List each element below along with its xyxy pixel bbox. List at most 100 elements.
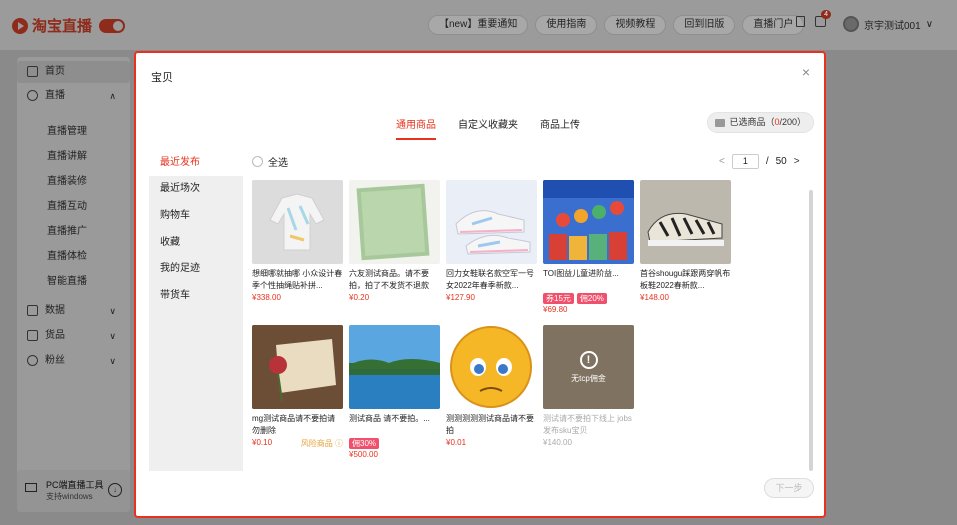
sidebar-sub-live-manage[interactable]: 直播管理 <box>47 122 87 137</box>
chevron-left-icon[interactable]: < <box>719 156 725 167</box>
bell-icon[interactable]: 4 <box>815 10 831 27</box>
sidebar-sub-live-explain[interactable]: 直播讲解 <box>47 147 87 162</box>
warning-icon: ! <box>579 350 598 369</box>
product-image <box>446 180 537 264</box>
product-card[interactable]: mg测试商品请不要拍请勿删除 ¥0.10 风险商品 ⓘ <box>252 325 343 449</box>
product-name: TOI图益儿童进阶益... <box>543 269 619 278</box>
product-image <box>349 180 440 264</box>
pagination: < 1 / 50 > <box>719 154 800 169</box>
product-price: ¥69.80 <box>543 305 568 314</box>
coupon-tag: 券15元 <box>543 293 574 304</box>
product-image <box>446 325 537 409</box>
topnav-notice-button[interactable]: 【new】重要通知 <box>428 15 529 35</box>
sidebar-sub-live-promote[interactable]: 直播推广 <box>47 222 87 237</box>
product-image <box>252 325 343 409</box>
no-commission-overlay: ! 无tcp佣金 <box>543 325 634 409</box>
product-image <box>349 325 440 409</box>
product-card-disabled: ! 无tcp佣金 测试请不要拍下线上 jobs发布sku宝贝 ¥140.00 <box>543 325 634 447</box>
selected-label: 已选商品（0/200） <box>729 117 806 127</box>
modal-title: 宝贝 <box>151 72 173 84</box>
product-card[interactable]: 回力女鞋联名款空军一号女2022年春季新款... ¥127.90 <box>446 180 537 302</box>
product-name: 回力女鞋联名款空军一号女2022年春季新款... <box>446 269 534 290</box>
product-name: 测测测测测试商品请不要拍 <box>446 414 534 435</box>
product-name: 首谷shougu踩跟两穿帆布板鞋2022春新款... <box>640 269 731 290</box>
chevron-down-icon: ∨ <box>109 331 116 341</box>
pc-live-tool[interactable]: PC端直播工具 支持windows ↓ <box>17 470 130 512</box>
sidebar-item-fans[interactable]: 粉丝 ∨ <box>17 350 130 372</box>
sidebar-item-label: 粉丝 <box>45 355 65 366</box>
select-all-label: 全选 <box>268 158 288 169</box>
sidebar-item-live[interactable]: 直播 ∧ <box>17 85 130 107</box>
top-icons: 4 <box>796 10 831 27</box>
product-picker-modal: 宝贝 × 通用商品 自定义收藏夹 商品上传 已选商品（0/200） 最近发布 最… <box>134 51 826 518</box>
sidebar-sub-live-interact[interactable]: 直播互动 <box>47 197 87 212</box>
product-price: ¥0.20 <box>349 293 370 302</box>
commission-tag: 佣30% <box>349 438 380 449</box>
users-icon <box>27 355 38 366</box>
topnav-video-button[interactable]: 视频教程 <box>604 15 667 35</box>
tab-custom-favorites[interactable]: 自定义收藏夹 <box>458 116 518 140</box>
scrollbar[interactable] <box>809 190 813 471</box>
chart-icon <box>27 305 38 316</box>
category-footprints[interactable]: 我的足迹 <box>149 256 243 282</box>
product-image <box>543 180 634 264</box>
product-name: 测试请不要拍下线上 jobs发布sku宝贝 <box>543 414 632 435</box>
sidebar-item-label: 首页 <box>45 66 65 77</box>
select-all[interactable]: 全选 <box>252 154 288 169</box>
product-image <box>252 180 343 264</box>
sidebar-item-label: 数据 <box>45 305 65 316</box>
select-all-checkbox[interactable] <box>252 156 263 167</box>
top-nav: 【new】重要通知 使用指南 视频教程 回到旧版 直播门户 <box>428 15 805 35</box>
notification-badge: 4 <box>821 10 831 19</box>
sidebar-sub-live-decor[interactable]: 直播装修 <box>47 172 87 187</box>
product-card[interactable]: TOI图益儿童进阶益... 券15元 佣20% ¥69.80 <box>543 180 634 314</box>
close-icon[interactable]: × <box>802 64 810 80</box>
next-step-button[interactable]: 下一步 <box>764 478 814 498</box>
overlay-text: 无tcp佣金 <box>571 373 606 383</box>
category-recent-sessions[interactable]: 最近场次 <box>149 176 243 202</box>
product-card[interactable]: 首谷shougu踩跟两穿帆布板鞋2022春新款... ¥148.00 <box>640 180 731 302</box>
tab-goods-upload[interactable]: 商品上传 <box>540 116 580 140</box>
risk-warning[interactable]: 风险商品 ⓘ <box>301 438 343 449</box>
sidebar-item-goods[interactable]: 货品 ∨ <box>17 325 130 347</box>
chevron-right-icon[interactable]: > <box>794 156 800 167</box>
product-price: ¥140.00 <box>543 438 572 447</box>
product-image <box>640 180 731 264</box>
category-recent-published[interactable]: 最近发布 <box>149 150 243 176</box>
monitor-icon <box>25 483 37 492</box>
download-icon[interactable]: ↓ <box>108 483 122 497</box>
sidebar-item-label: 货品 <box>45 330 65 341</box>
category-favorites[interactable]: 收藏 <box>149 230 243 256</box>
tab-general-goods[interactable]: 通用商品 <box>396 116 436 140</box>
product-name: 测试商品 请不要拍。... <box>349 414 430 423</box>
sidebar-sub-smart-live[interactable]: 智能直播 <box>47 272 87 287</box>
page-separator: / <box>765 156 769 167</box>
user-menu[interactable]: 京宇测试001 ∨ <box>843 16 933 32</box>
product-card[interactable]: 想细哪就抽哪 小众设计春季个性抽绳贴补拼... ¥338.00 <box>252 180 343 302</box>
product-tags: 佣30% <box>349 438 440 449</box>
product-price: ¥500.00 <box>349 450 378 459</box>
selected-goods-button[interactable]: 已选商品（0/200） <box>707 112 814 133</box>
sidebar-sub-live-check[interactable]: 直播体检 <box>47 247 87 262</box>
bag-icon <box>27 330 38 341</box>
toggle-icon <box>99 18 126 33</box>
product-price: ¥148.00 <box>640 293 669 302</box>
user-name: 京宇测试001 <box>864 20 921 32</box>
product-card[interactable]: 测测测测测试商品请不要拍 ¥0.01 <box>446 325 537 447</box>
topnav-guide-button[interactable]: 使用指南 <box>535 15 598 35</box>
product-price: ¥338.00 <box>252 293 281 302</box>
chevron-down-icon: ∨ <box>109 356 116 366</box>
document-icon[interactable] <box>796 16 805 27</box>
product-card[interactable]: 测试商品 请不要拍。... 佣30% ¥500.00 <box>349 325 440 459</box>
app-logo[interactable]: 淘宝直播 <box>12 15 126 36</box>
product-card[interactable]: 六友测试商品。请不要拍，拍了不发货不退款 ¥0.20 <box>349 180 440 302</box>
sidebar-item-home[interactable]: 首页 <box>17 61 130 83</box>
page-input[interactable]: 1 <box>731 154 759 169</box>
category-sales-cart[interactable]: 带货车 <box>149 283 243 309</box>
category-cart[interactable]: 购物车 <box>149 203 243 229</box>
sidebar-item-data[interactable]: 数据 ∨ <box>17 300 130 322</box>
chevron-down-icon: ∨ <box>109 306 116 316</box>
top-bar: 淘宝直播 【new】重要通知 使用指南 视频教程 回到旧版 直播门户 4 京宇测… <box>0 0 957 50</box>
product-image: ! 无tcp佣金 <box>543 325 634 409</box>
topnav-old-version-button[interactable]: 回到旧版 <box>673 15 736 35</box>
